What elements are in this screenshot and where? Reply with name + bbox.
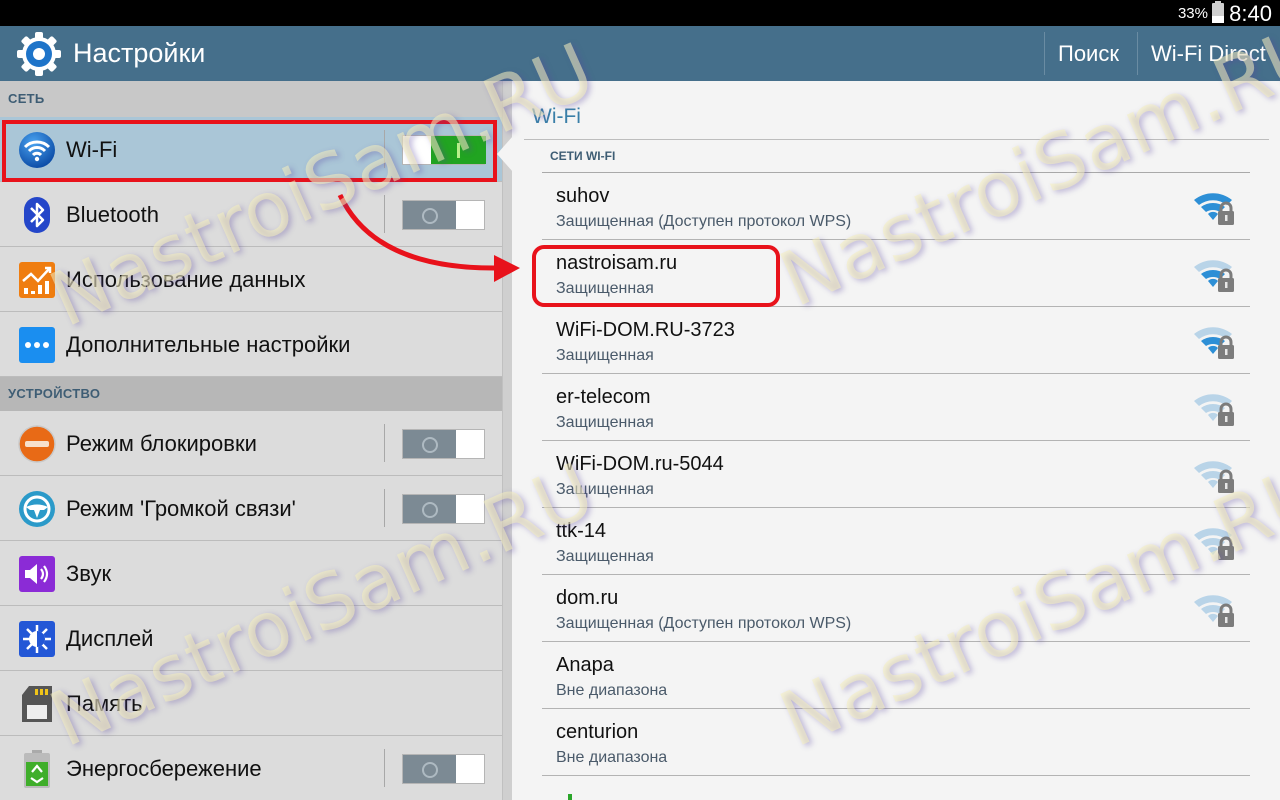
network-item-partial[interactable] xyxy=(542,776,1250,800)
wifi-signal-lock-icon xyxy=(1194,394,1234,426)
wifi-signal-lock-icon xyxy=(1194,461,1234,493)
network-ssid: centurion xyxy=(556,721,639,743)
search-button[interactable]: Поиск xyxy=(1046,26,1131,81)
menu-item-label: Режим блокировки xyxy=(66,431,257,456)
wifi-toggle[interactable] xyxy=(402,135,486,165)
network-status: Защищенная xyxy=(556,280,654,297)
menu-item-storage[interactable]: Память xyxy=(0,671,502,736)
battery-icon xyxy=(1212,1,1224,23)
menu-item-blocking-mode[interactable]: Режим блокировки xyxy=(0,411,502,476)
menu-item-more-settings[interactable]: Дополнительные настройки xyxy=(0,312,502,377)
network-item[interactable]: centurion Вне диапазона xyxy=(542,709,1250,776)
menu-item-label: Память xyxy=(66,691,143,716)
network-item[interactable]: dom.ru Защищенная (Доступен протокол WPS) xyxy=(542,575,1250,642)
wifi-signal-lock-icon xyxy=(1194,595,1234,627)
wifi-signal-lock-icon xyxy=(1194,260,1234,292)
menu-item-power-saving[interactable]: Энергосбережение xyxy=(0,736,502,800)
menu-item-driving-mode[interactable]: Режим 'Громкой связи' xyxy=(0,476,502,541)
network-item[interactable]: er-telecom Защищенная xyxy=(542,374,1250,441)
wifi-panel: Wi-Fi СЕТИ WI-FI suhov Защищенная (Доступ… xyxy=(512,81,1280,800)
network-item[interactable]: suhov Защищенная (Доступен протокол WPS) xyxy=(542,173,1250,240)
network-status: Защищенная xyxy=(556,548,654,565)
wifi-signal-lock-icon xyxy=(1194,327,1234,359)
network-item[interactable]: Anapa Вне диапазона xyxy=(542,642,1250,709)
network-status: Вне диапазона xyxy=(556,749,668,766)
divider xyxy=(384,195,385,233)
power-saving-toggle[interactable] xyxy=(402,754,485,784)
status-bar: 33% 8:40 xyxy=(0,0,1280,26)
network-list: suhov Защищенная (Доступен протокол WPS) n… xyxy=(542,173,1250,800)
divider xyxy=(384,749,385,787)
power-saving-icon xyxy=(24,750,50,788)
bluetooth-icon xyxy=(24,197,50,233)
menu-item-sound[interactable]: Звук xyxy=(0,541,502,606)
menu-item-label: Wi-Fi xyxy=(66,137,118,162)
network-status: Вне диапазона xyxy=(556,682,668,699)
network-ssid: Anapa xyxy=(556,654,614,676)
network-item[interactable]: WiFi-DOM.ru-5044 Защищенная xyxy=(542,441,1250,508)
network-status: Защищенная xyxy=(556,481,654,498)
category-device: УСТРОЙСТВО xyxy=(0,377,512,411)
menu-item-label: Использование данных xyxy=(66,267,306,292)
gear-icon[interactable] xyxy=(16,31,62,77)
menu-item-label: Bluetooth xyxy=(66,202,159,227)
divider xyxy=(384,424,385,462)
wifi-direct-button[interactable]: Wi-Fi Direct xyxy=(1139,26,1278,81)
data-usage-icon xyxy=(19,262,55,298)
storage-icon xyxy=(22,686,52,722)
menu-item-data-usage[interactable]: Использование данных xyxy=(0,247,502,312)
network-status: Защищенная (Доступен протокол WPS) xyxy=(556,213,852,230)
category-network: СЕТЬ xyxy=(0,81,512,117)
wifi-signal-lock-icon xyxy=(1194,193,1234,225)
wifi-panel-title: Wi-Fi xyxy=(532,105,581,128)
wifi-networks-section-label: СЕТИ WI-FI xyxy=(550,149,616,163)
more-settings-icon xyxy=(19,327,55,363)
network-status: Защищенная xyxy=(556,347,654,364)
wifi-signal-lock-icon xyxy=(1194,528,1234,560)
blocking-mode-icon xyxy=(18,425,56,463)
network-ssid: suhov xyxy=(556,185,610,207)
divider xyxy=(1044,32,1045,75)
battery-percent: 33% xyxy=(1177,5,1208,22)
menu-item-label: Звук xyxy=(66,561,112,586)
network-status: Защищенная xyxy=(556,414,654,431)
divider xyxy=(384,489,385,527)
menu-item-label: Дополнительные настройки xyxy=(66,332,351,357)
display-icon xyxy=(19,621,55,657)
network-item[interactable]: WiFi-DOM.RU-3723 Защищенная xyxy=(542,307,1250,374)
network-ssid: WiFi-DOM.RU-3723 xyxy=(556,319,735,341)
network-status: Защищенная (Доступен протокол WPS) xyxy=(556,615,852,632)
menu-item-label: Энергосбережение xyxy=(66,756,262,781)
action-bar: Настройки Поиск Wi-Fi Direct xyxy=(0,26,1280,81)
network-item[interactable]: nastroisam.ru Защищенная xyxy=(542,240,1250,307)
scrollbar[interactable] xyxy=(502,81,512,800)
network-ssid: er-telecom xyxy=(556,386,651,408)
settings-menu: СЕТЬ Wi-Fi Bluetooth Использование данны… xyxy=(0,81,512,800)
selection-pointer xyxy=(497,136,513,172)
driving-mode-icon xyxy=(19,491,55,527)
network-ssid: nastroisam.ru xyxy=(556,252,678,274)
bluetooth-toggle[interactable] xyxy=(402,200,485,230)
divider xyxy=(524,139,1269,140)
blocking-mode-toggle[interactable] xyxy=(402,429,485,459)
driving-mode-toggle[interactable] xyxy=(402,494,485,524)
clock: 8:40 xyxy=(1229,1,1272,26)
network-ssid: dom.ru xyxy=(556,587,619,609)
network-item[interactable]: ttk-14 Защищенная xyxy=(542,508,1250,575)
sound-icon xyxy=(19,556,55,592)
wifi-icon xyxy=(19,132,55,168)
menu-item-label: Дисплей xyxy=(66,626,154,651)
divider xyxy=(384,130,385,168)
menu-item-label: Режим 'Громкой связи' xyxy=(66,496,296,521)
page-title: Настройки xyxy=(73,38,206,68)
divider xyxy=(1137,32,1138,75)
menu-item-wifi[interactable]: Wi-Fi xyxy=(0,117,502,182)
network-ssid: ttk-14 xyxy=(556,520,607,542)
menu-item-display[interactable]: Дисплей xyxy=(0,606,502,671)
network-ssid: WiFi-DOM.ru-5044 xyxy=(556,453,724,475)
add-network-icon xyxy=(568,794,572,800)
menu-item-bluetooth[interactable]: Bluetooth xyxy=(0,182,502,247)
